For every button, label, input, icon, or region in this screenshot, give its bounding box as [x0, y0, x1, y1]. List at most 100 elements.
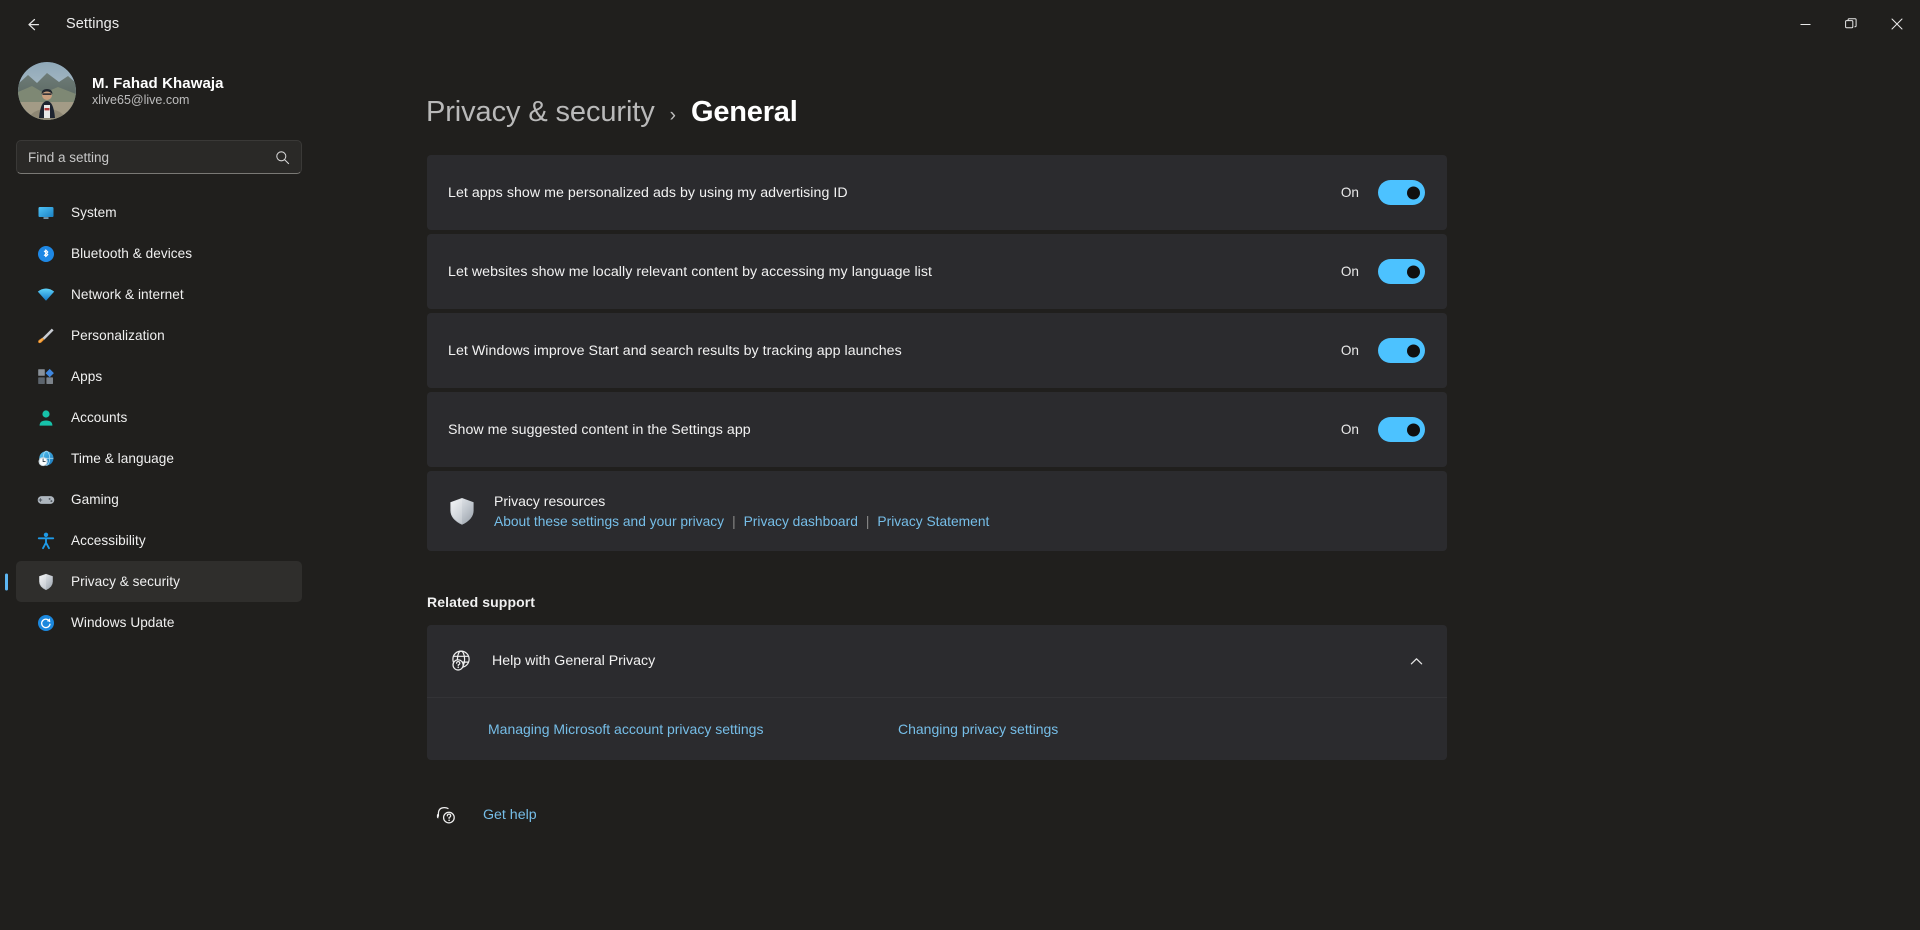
- avatar: [18, 62, 76, 120]
- close-icon: [1891, 18, 1903, 30]
- setting-control: On: [1341, 338, 1425, 363]
- setting-label: Let websites show me locally relevant co…: [448, 264, 932, 280]
- sidebar-item-network-internet[interactable]: Network & internet: [16, 274, 302, 315]
- search-box[interactable]: [16, 140, 302, 174]
- link-changing-privacy-settings[interactable]: Changing privacy settings: [898, 721, 1058, 737]
- search-icon: [275, 150, 290, 165]
- sidebar-item-label: Accounts: [71, 410, 127, 425]
- sidebar-item-label: Time & language: [71, 451, 174, 466]
- main-content: Privacy & security › General Let apps sh…: [320, 48, 1920, 930]
- page-title: General: [691, 96, 798, 129]
- setting-card: Let apps show me personalized ads by usi…: [427, 155, 1447, 230]
- settings-content: Let apps show me personalized ads by usi…: [427, 155, 1447, 825]
- sidebar-item-privacy-security[interactable]: Privacy & security: [16, 561, 302, 602]
- setting-card: Show me suggested content in the Setting…: [427, 392, 1447, 467]
- title-bar: Settings: [0, 0, 1920, 48]
- sidebar-item-gaming[interactable]: Gaming: [16, 479, 302, 520]
- sidebar-item-label: System: [71, 205, 117, 220]
- help-expander-title: Help with General Privacy: [492, 653, 655, 669]
- link-about-settings-privacy[interactable]: About these settings and your privacy: [494, 514, 724, 529]
- breadcrumb-separator: ›: [670, 105, 676, 127]
- setting-row-language-list[interactable]: Let websites show me locally relevant co…: [427, 234, 1447, 309]
- accessibility-icon: [37, 532, 55, 550]
- monitor-icon: [37, 204, 55, 222]
- sidebar-item-apps[interactable]: Apps: [16, 356, 302, 397]
- sidebar-item-label: Apps: [71, 369, 102, 384]
- breadcrumb-parent[interactable]: Privacy & security: [426, 96, 655, 129]
- sidebar-item-accessibility[interactable]: Accessibility: [16, 520, 302, 561]
- close-button[interactable]: [1874, 0, 1920, 48]
- bluetooth-icon: [37, 245, 55, 263]
- sidebar-item-label: Bluetooth & devices: [71, 246, 192, 261]
- search-wrapper: [0, 126, 320, 174]
- setting-label: Let Windows improve Start and search res…: [448, 343, 902, 359]
- setting-label: Show me suggested content in the Setting…: [448, 422, 751, 438]
- sidebar-item-personalization[interactable]: Personalization: [16, 315, 302, 356]
- minimize-icon: [1800, 19, 1811, 30]
- arrow-left-icon: [24, 16, 41, 33]
- sidebar-item-label: Personalization: [71, 328, 165, 343]
- get-help-label: Get help: [483, 807, 537, 823]
- sidebar-item-system[interactable]: System: [16, 192, 302, 233]
- sidebar-item-label: Windows Update: [71, 615, 174, 630]
- gamepad-icon: [37, 491, 55, 509]
- link-separator: |: [724, 514, 744, 529]
- privacy-resources-title: Privacy resources: [494, 493, 989, 509]
- sidebar-item-accounts[interactable]: Accounts: [16, 397, 302, 438]
- back-button[interactable]: [12, 8, 52, 40]
- toggle-knob: [1407, 186, 1420, 199]
- get-help-row[interactable]: Get help: [427, 804, 537, 825]
- sidebar-item-bluetooth-devices[interactable]: Bluetooth & devices: [16, 233, 302, 274]
- related-support-title: Related support: [427, 594, 1447, 610]
- sidebar-item-windows-update[interactable]: Windows Update: [16, 602, 302, 643]
- setting-control: On: [1341, 180, 1425, 205]
- sidebar-item-label: Accessibility: [71, 533, 146, 548]
- shield-icon: [37, 573, 55, 591]
- setting-control: On: [1341, 259, 1425, 284]
- breadcrumb: Privacy & security › General: [426, 96, 1920, 129]
- sidebar-item-time-language[interactable]: Time & language: [16, 438, 302, 479]
- toggle-knob: [1407, 423, 1420, 436]
- link-privacy-dashboard[interactable]: Privacy dashboard: [744, 514, 858, 529]
- account-email: xlive65@live.com: [92, 93, 224, 107]
- toggle-switch[interactable]: [1378, 417, 1425, 442]
- setting-row-track-app-launches[interactable]: Let Windows improve Start and search res…: [427, 313, 1447, 388]
- setting-card: Let websites show me locally relevant co…: [427, 234, 1447, 309]
- link-separator: |: [858, 514, 878, 529]
- maximize-button[interactable]: [1828, 0, 1874, 48]
- settings-window: Settings: [0, 0, 1920, 930]
- toggle-switch[interactable]: [1378, 338, 1425, 363]
- apps-grid-icon: [37, 368, 55, 386]
- clock-globe-icon: [37, 450, 55, 468]
- toggle-state-label: On: [1341, 422, 1359, 437]
- person-icon: [37, 409, 55, 427]
- link-managing-microsoft-account-privacy[interactable]: Managing Microsoft account privacy setti…: [488, 721, 898, 737]
- toggle-switch[interactable]: [1378, 180, 1425, 205]
- search-input[interactable]: [28, 150, 275, 165]
- shield-icon: [448, 497, 476, 526]
- sidebar-nav: System Bluetooth & devices: [0, 192, 320, 643]
- setting-row-suggested-content[interactable]: Show me suggested content in the Setting…: [427, 392, 1447, 467]
- setting-label: Let apps show me personalized ads by usi…: [448, 185, 848, 201]
- paintbrush-icon: [37, 327, 55, 345]
- account-name: M. Fahad Khawaja: [92, 75, 224, 92]
- sidebar-item-label: Network & internet: [71, 287, 184, 302]
- sidebar-item-label: Privacy & security: [71, 574, 180, 589]
- update-sync-icon: [37, 614, 55, 632]
- wifi-icon: [37, 286, 55, 304]
- account-text: M. Fahad Khawaja xlive65@live.com: [92, 75, 224, 107]
- restore-icon: [1845, 18, 1857, 30]
- toggle-state-label: On: [1341, 264, 1359, 279]
- setting-row-advertising-id[interactable]: Let apps show me personalized ads by usi…: [427, 155, 1447, 230]
- link-privacy-statement[interactable]: Privacy Statement: [877, 514, 989, 529]
- setting-card: Let Windows improve Start and search res…: [427, 313, 1447, 388]
- help-expander: Help with General Privacy Managing Micro…: [427, 625, 1447, 760]
- window-title: Settings: [66, 16, 119, 32]
- toggle-switch[interactable]: [1378, 259, 1425, 284]
- help-expander-header[interactable]: Help with General Privacy: [427, 625, 1447, 697]
- setting-control: On: [1341, 417, 1425, 442]
- toggle-knob: [1407, 265, 1420, 278]
- minimize-button[interactable]: [1782, 0, 1828, 48]
- chevron-up-icon[interactable]: [1408, 653, 1425, 670]
- account-card[interactable]: M. Fahad Khawaja xlive65@live.com: [0, 48, 320, 126]
